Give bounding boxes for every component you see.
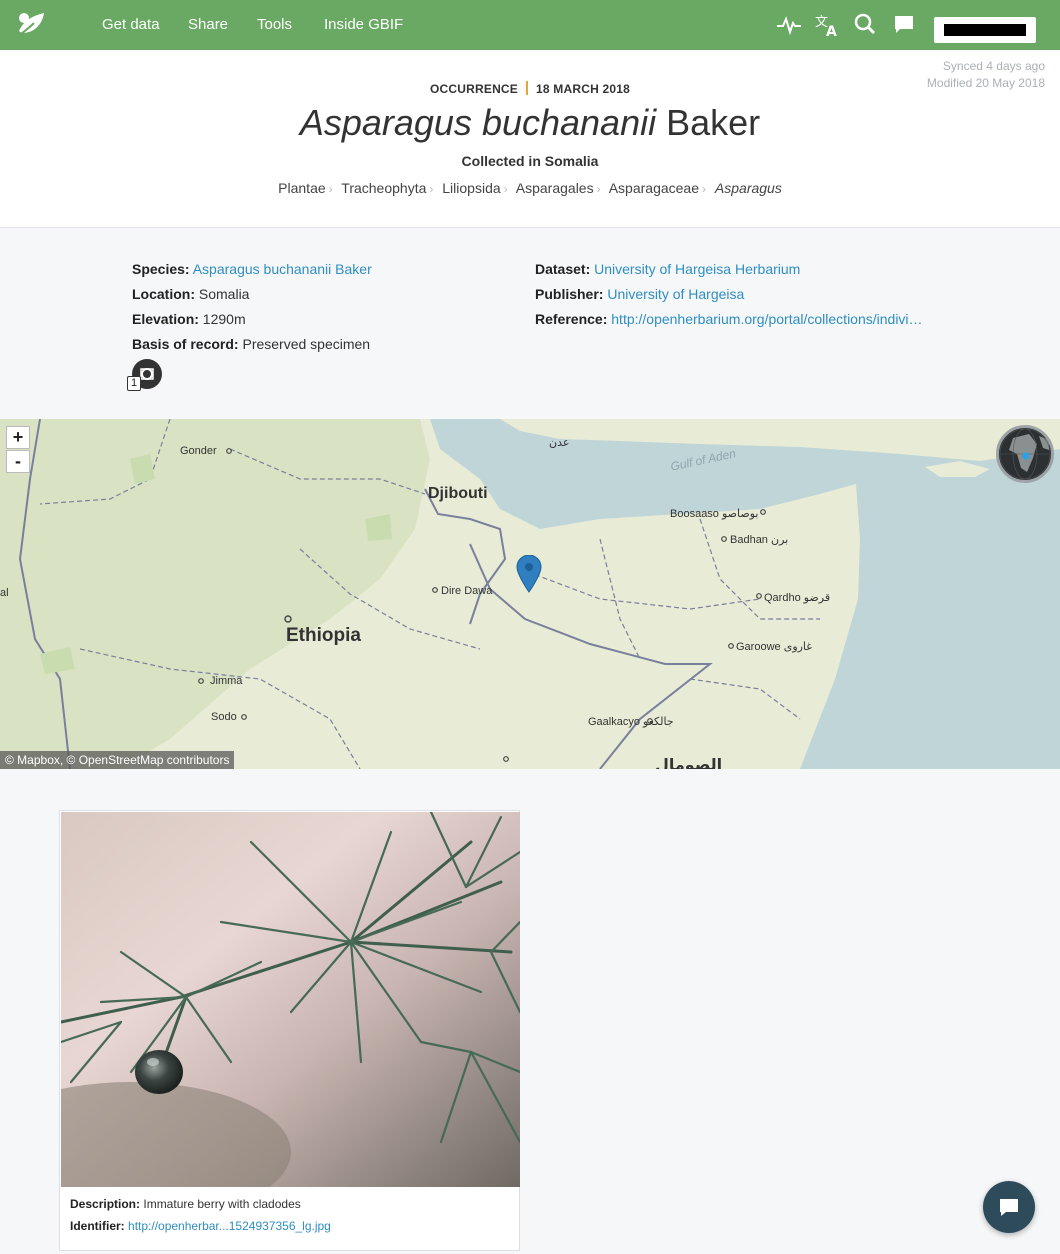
asparagus-photo-image xyxy=(61,812,520,1187)
nav-tools[interactable]: Tools xyxy=(257,16,292,33)
page-title: Asparagus buchananii Baker xyxy=(0,102,1060,144)
title-scientific-name: Asparagus buchananii xyxy=(299,102,657,143)
elevation-label: Elevation: xyxy=(132,311,199,327)
dataset-field: Dataset: University of Hargeisa Herbariu… xyxy=(535,260,800,278)
basis-of-record-field: Basis of record: Preserved specimen xyxy=(132,335,370,353)
svg-text:A: A xyxy=(826,24,837,38)
media-description: Description: Immature berry with cladode… xyxy=(70,1197,301,1211)
basis-label: Basis of record: xyxy=(132,336,239,352)
map-label-edge: al xyxy=(0,587,9,599)
reference-link[interactable]: http://openherbarium.org/portal/collecti… xyxy=(611,311,922,327)
species-link[interactable]: Asparagus buchananii Baker xyxy=(193,261,372,277)
kicker-separator xyxy=(526,81,529,95)
media-identifier: Identifier: http://openherbar...15249373… xyxy=(70,1219,331,1233)
zoom-out-button[interactable]: - xyxy=(6,450,30,473)
identifier-label: Identifier: xyxy=(70,1219,125,1233)
reference-field: Reference: http://openherbarium.org/port… xyxy=(535,310,923,328)
identifier-link[interactable]: http://openherbar...1524937356_lg.jpg xyxy=(128,1219,331,1233)
page-subtitle: Collected in Somalia xyxy=(461,153,599,169)
chevron-right-icon: › xyxy=(328,182,333,196)
description-value: Immature berry with cladodes xyxy=(143,1197,301,1211)
publisher-label: Publisher: xyxy=(535,286,604,302)
chevron-right-icon: › xyxy=(429,182,434,196)
map-label-djibouti: Djibouti xyxy=(428,485,488,502)
synced-text: Synced 4 days ago xyxy=(942,59,1045,73)
taxon-class[interactable]: Liliopsida xyxy=(442,180,500,196)
elevation-field: Elevation: 1290m xyxy=(132,310,246,328)
zoom-in-button[interactable]: + xyxy=(6,426,30,449)
map-label-jimma: Jimma xyxy=(210,675,243,687)
location-value: Somalia xyxy=(198,286,250,302)
nav-share[interactable]: Share xyxy=(188,16,228,33)
location-field: Location: Somalia xyxy=(132,285,249,303)
redacted-username xyxy=(944,24,1026,36)
title-author: Baker xyxy=(666,102,761,143)
dataset-link[interactable]: University of Hargeisa Herbarium xyxy=(594,261,800,277)
occurrence-summary: Species: Asparagus buchananii Baker Loca… xyxy=(0,229,1060,419)
image-count-badge: 1 xyxy=(127,376,141,391)
taxon-phylum[interactable]: Tracheophyta xyxy=(341,180,426,196)
chevron-right-icon: › xyxy=(503,182,508,196)
chevron-right-icon: › xyxy=(702,182,707,196)
map-label-dire-dawa: Dire Dawa xyxy=(441,585,493,597)
media-card: Description: Immature berry with cladode… xyxy=(59,810,520,1251)
description-label: Description: xyxy=(70,1197,141,1211)
nav-get-data[interactable]: Get data xyxy=(102,16,160,33)
top-navigation-bar: Get data Share Tools Inside GBIF 文 A xyxy=(0,0,1060,50)
dataset-label: Dataset: xyxy=(535,261,591,277)
map-label-badhan: Badhan برن xyxy=(730,534,789,546)
basis-value: Preserved specimen xyxy=(242,336,371,352)
taxon-order[interactable]: Asparagales xyxy=(516,180,594,196)
chevron-right-icon: › xyxy=(596,182,601,196)
species-field: Species: Asparagus buchananii Baker xyxy=(132,260,372,278)
occurrence-marker-icon[interactable] xyxy=(516,555,542,593)
map-label-ethiopia: Ethiopia xyxy=(286,625,361,646)
publisher-field: Publisher: University of Hargeisa xyxy=(535,285,744,303)
activity-icon[interactable] xyxy=(776,12,802,38)
map-label-sodo: Sodo xyxy=(211,711,237,723)
publisher-link[interactable]: University of Hargeisa xyxy=(607,286,744,302)
chat-bubble-icon xyxy=(1000,1199,1018,1216)
globe-overview-icon[interactable] xyxy=(996,425,1054,483)
map-attribution[interactable]: © Mapbox, © OpenStreetMap contributors xyxy=(0,751,235,769)
taxon-kingdom[interactable]: Plantae xyxy=(278,180,325,196)
location-label: Location: xyxy=(132,286,195,302)
map-label-gonder: Gonder xyxy=(180,445,217,457)
taxon-genus[interactable]: Asparagus xyxy=(715,180,782,196)
account-menu[interactable] xyxy=(934,17,1036,43)
nav-inside-gbif[interactable]: Inside GBIF xyxy=(324,16,403,33)
taxonomy-breadcrumb: Plantae › Tracheophyta › Liliopsida › Aspar… xyxy=(0,180,1060,196)
taxon-family[interactable]: Asparagaceae xyxy=(609,180,699,196)
map-basemap xyxy=(0,419,1060,769)
reference-label: Reference: xyxy=(535,311,608,327)
map-label-somalia-arabic: الصومال xyxy=(655,757,723,769)
occurrence-header: Synced 4 days ago Modified 20 May 2018 O… xyxy=(0,50,1060,228)
map-label-garoowe: Garoowe غاروى xyxy=(736,641,813,653)
kicker-date: 18 MARCH 2018 xyxy=(536,82,630,96)
gbif-logo-icon[interactable] xyxy=(14,9,48,41)
kicker: OCCURRENCE 18 MARCH 2018 xyxy=(0,81,1060,96)
translate-icon[interactable]: 文 A xyxy=(814,12,840,38)
map-label-aden: عدن xyxy=(549,437,570,449)
chat-button[interactable] xyxy=(983,1181,1035,1233)
occurrence-map[interactable]: عدن Gulf of Aden Gonder Djibouti Boosaas… xyxy=(0,419,1060,769)
elevation-value: 1290m xyxy=(202,311,246,327)
map-label-boosaaso: Boosaaso بوصاصو xyxy=(670,508,759,520)
map-label-gaalkacyo: Gaalkacyo جالكعو xyxy=(588,716,674,728)
kicker-type: OCCURRENCE xyxy=(430,82,519,96)
feedback-icon[interactable] xyxy=(891,12,917,38)
map-label-qardho: Qardho قرضو xyxy=(764,592,831,604)
specimen-photo[interactable] xyxy=(61,812,520,1187)
species-label: Species: xyxy=(132,261,190,277)
search-icon[interactable] xyxy=(852,12,878,38)
